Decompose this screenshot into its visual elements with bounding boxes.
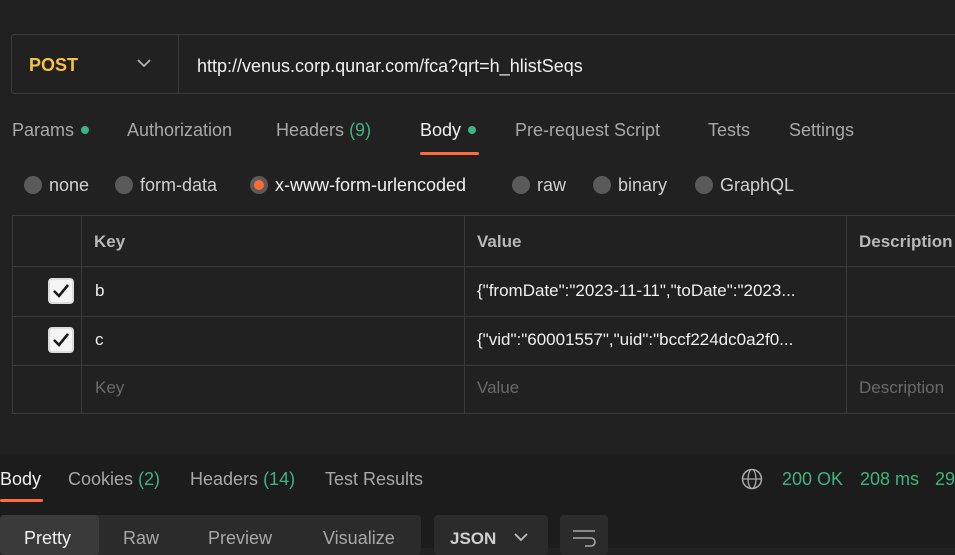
column-header-key: Key bbox=[94, 232, 126, 251]
wrap-lines-icon bbox=[573, 530, 596, 547]
column-header-description: Description bbox=[859, 232, 953, 251]
table-divider bbox=[81, 216, 82, 413]
response-tab-test-results-label: Test Results bbox=[325, 469, 424, 489]
radio-binary-circle bbox=[593, 176, 611, 194]
response-tab-body-label: Body bbox=[0, 469, 42, 489]
view-pretty-button[interactable]: Pretty bbox=[24, 528, 71, 549]
tab-headers-label: Headers bbox=[276, 120, 345, 140]
response-active-tab-underline bbox=[0, 499, 43, 502]
format-selector[interactable]: JSON bbox=[434, 515, 548, 555]
row-checkbox[interactable] bbox=[48, 278, 74, 304]
params-indicator-dot bbox=[81, 126, 90, 134]
response-tab-body[interactable]: Body bbox=[0, 469, 41, 490]
table-divider bbox=[13, 266, 955, 267]
format-label: JSON bbox=[450, 529, 497, 548]
table-divider bbox=[464, 216, 465, 413]
tab-body[interactable]: Body bbox=[420, 120, 477, 141]
row-key[interactable]: c bbox=[95, 330, 104, 350]
radio-graphql-label: GraphQL bbox=[720, 175, 795, 195]
tab-prerequest-label: Pre-request Script bbox=[515, 120, 661, 140]
radio-graphql-circle bbox=[695, 176, 713, 194]
tab-params-label: Params bbox=[12, 120, 75, 140]
method-label: POST bbox=[29, 55, 79, 75]
row-value[interactable]: {"vid":"60001557","uid":"bccf224dc0a2f0.… bbox=[477, 330, 793, 350]
radio-graphql[interactable]: GraphQL bbox=[695, 175, 794, 196]
tab-settings[interactable]: Settings bbox=[789, 120, 854, 141]
response-tab-test-results[interactable]: Test Results bbox=[325, 469, 423, 490]
value-input-placeholder[interactable]: Value bbox=[477, 378, 519, 398]
radio-form-data-label: form-data bbox=[140, 175, 218, 195]
view-raw-button[interactable]: Raw bbox=[123, 528, 159, 549]
tab-authorization[interactable]: Authorization bbox=[127, 120, 232, 141]
column-header-value: Value bbox=[477, 232, 522, 251]
chevron-down-icon bbox=[137, 59, 151, 68]
tab-settings-label: Settings bbox=[789, 120, 855, 140]
response-size[interactable]: 29 bbox=[935, 469, 955, 490]
tab-tests[interactable]: Tests bbox=[708, 120, 750, 141]
row-key[interactable]: b bbox=[95, 281, 104, 301]
response-headers-count: (14) bbox=[263, 469, 296, 489]
radio-none-label: none bbox=[49, 175, 90, 195]
table-divider bbox=[13, 365, 955, 366]
radio-none-circle bbox=[24, 176, 42, 194]
table-divider bbox=[846, 216, 847, 413]
wrap-lines-button[interactable] bbox=[560, 515, 608, 555]
radio-raw-circle bbox=[512, 176, 530, 194]
radio-raw-label: raw bbox=[537, 175, 567, 195]
radio-urlencoded-label: x-www-form-urlencoded bbox=[275, 175, 467, 195]
tab-authorization-label: Authorization bbox=[127, 120, 233, 140]
params-table: Key Value Description b {"fromDate":"202… bbox=[12, 215, 955, 414]
checkmark-icon bbox=[53, 333, 69, 347]
tab-body-label: Body bbox=[420, 120, 462, 140]
radio-form-data[interactable]: form-data bbox=[115, 175, 217, 196]
url-input[interactable]: http://venus.corp.qunar.com/fca?qrt=h_hl… bbox=[197, 56, 583, 77]
table-divider bbox=[13, 316, 955, 317]
tab-tests-label: Tests bbox=[708, 120, 751, 140]
cookies-count: (2) bbox=[138, 469, 161, 489]
radio-none[interactable]: none bbox=[24, 175, 89, 196]
checkmark-icon bbox=[53, 284, 69, 298]
row-checkbox[interactable] bbox=[48, 327, 74, 353]
response-tab-headers-label: Headers bbox=[190, 469, 259, 489]
active-tab-underline bbox=[420, 152, 479, 155]
response-tab-cookies-label: Cookies bbox=[68, 469, 134, 489]
radio-x-www-form-urlencoded[interactable]: x-www-form-urlencoded bbox=[250, 175, 466, 196]
key-input-placeholder[interactable]: Key bbox=[95, 378, 124, 398]
response-tab-cookies[interactable]: Cookies (2) bbox=[68, 469, 160, 490]
radio-binary[interactable]: binary bbox=[593, 175, 667, 196]
row-value[interactable]: {"fromDate":"2023-11-11","toDate":"2023.… bbox=[477, 281, 796, 301]
response-time[interactable]: 208 ms bbox=[860, 469, 919, 490]
method-selector[interactable]: POST bbox=[12, 35, 179, 93]
response-tab-headers[interactable]: Headers (14) bbox=[190, 469, 295, 490]
tab-headers[interactable]: Headers (9) bbox=[276, 120, 371, 141]
headers-count: (9) bbox=[349, 120, 372, 140]
chevron-down-icon bbox=[514, 533, 528, 542]
tab-params[interactable]: Params bbox=[12, 120, 90, 141]
description-input-placeholder[interactable]: Description bbox=[859, 378, 944, 398]
globe-icon[interactable] bbox=[741, 468, 763, 490]
radio-form-data-circle bbox=[115, 176, 133, 194]
tab-prerequest-script[interactable]: Pre-request Script bbox=[515, 120, 660, 141]
status-code[interactable]: 200 OK bbox=[782, 469, 843, 490]
view-preview-button[interactable]: Preview bbox=[208, 528, 272, 549]
radio-binary-label: binary bbox=[618, 175, 668, 195]
view-visualize-button[interactable]: Visualize bbox=[323, 528, 395, 549]
radio-raw[interactable]: raw bbox=[512, 175, 566, 196]
radio-selected-circle bbox=[250, 176, 268, 194]
body-indicator-dot bbox=[468, 126, 477, 134]
request-url-bar: POST http://venus.corp.qunar.com/fca?qrt… bbox=[11, 34, 955, 94]
